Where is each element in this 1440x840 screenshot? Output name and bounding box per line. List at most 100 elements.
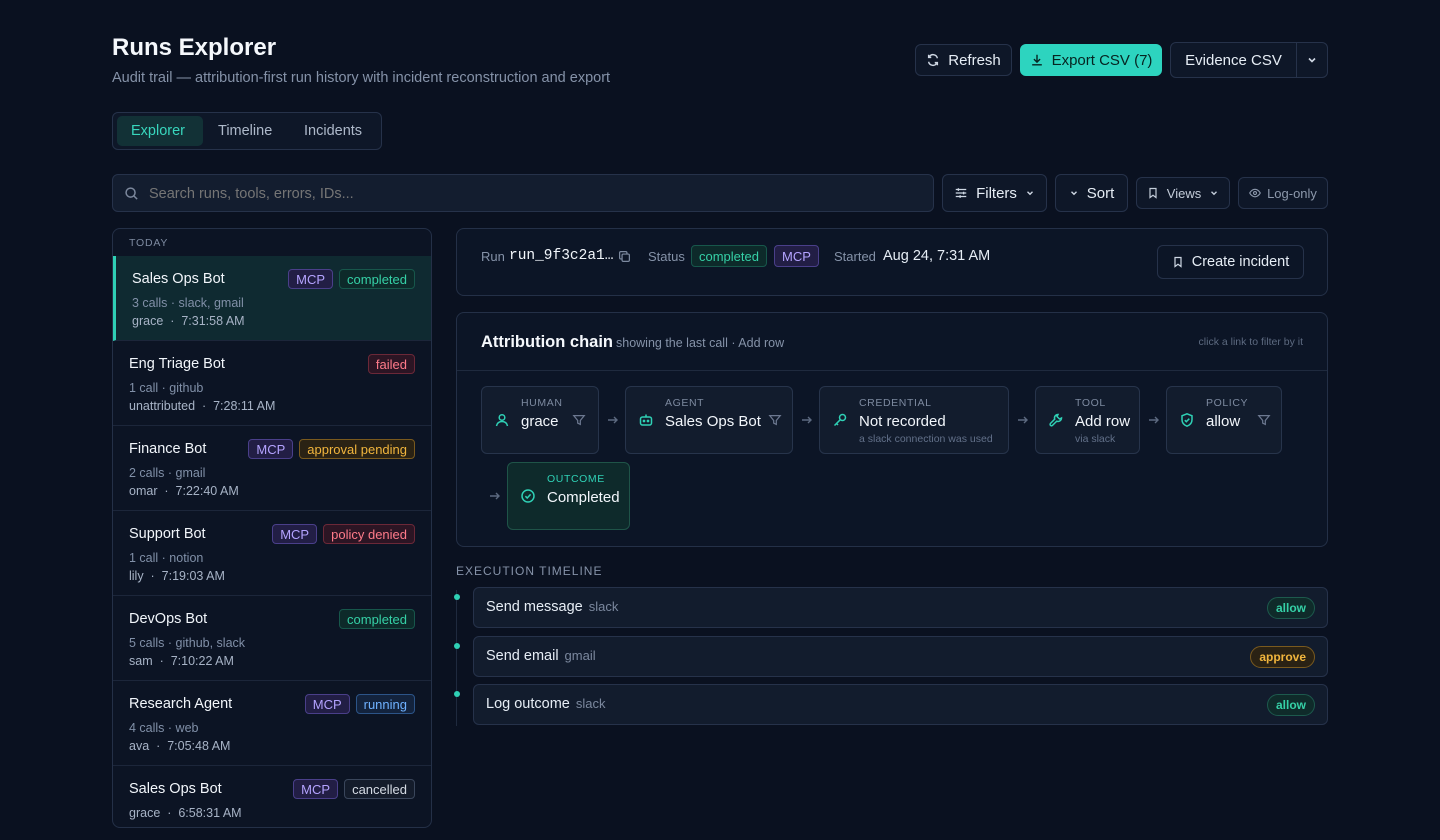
search-input[interactable] — [149, 184, 909, 204]
run-name: Research Agent — [129, 696, 233, 712]
bot-icon — [639, 414, 653, 426]
tab-explorer-label: Explorer — [131, 123, 185, 139]
create-incident-button[interactable]: Create incident — [1157, 245, 1304, 279]
chain-node-tool[interactable]: TOOL Add row via slack — [1035, 386, 1140, 454]
run-item[interactable]: Support Bot 1 call · notion lily · 7:19:… — [113, 511, 431, 596]
run-item[interactable]: Sales Ops Bot 3 calls · slack, gmail gra… — [113, 256, 431, 341]
run-name: Sales Ops Bot — [132, 271, 225, 287]
run-meta: 3 calls · slack, gmail — [132, 296, 244, 310]
download-icon — [1031, 54, 1042, 66]
run-owner: sam · 7:10:22 AM — [129, 654, 234, 668]
decision-badge: allow — [1266, 694, 1315, 716]
check-circle-icon — [521, 489, 535, 503]
log-only-toggle[interactable]: Log-only — [1238, 177, 1328, 209]
filters-button[interactable]: Filters — [942, 174, 1047, 212]
status-badge: policy denied — [323, 524, 415, 544]
runs-list: TODAY Sales Ops Bot 3 calls · slack, gma… — [112, 228, 432, 828]
run-id: run_9f3c2a1… — [509, 248, 614, 264]
node-value: grace — [521, 413, 559, 430]
mcp-badge: MCP — [248, 439, 294, 459]
timeline-dot — [454, 643, 460, 649]
chain-node-human[interactable]: HUMAN grace — [481, 386, 599, 454]
status-badge: completed — [691, 245, 767, 267]
export-csv-label: Export CSV (7) — [1051, 51, 1153, 69]
chain-subtitle: showing the last call · Add row — [616, 336, 785, 350]
arrow-right-icon — [490, 492, 500, 500]
decision-badge: approve — [1250, 646, 1315, 668]
node-label: OUTCOME — [547, 473, 605, 485]
tab-timeline[interactable]: Timeline — [218, 123, 272, 139]
chevron-down-icon — [1211, 191, 1218, 196]
run-item[interactable]: Finance Bot 2 calls · gmail omar · 7:22:… — [113, 426, 431, 511]
views-button[interactable]: Views — [1136, 177, 1230, 209]
export-csv-button[interactable]: Export CSV (7) — [1020, 44, 1162, 76]
user-icon — [495, 413, 509, 427]
status-label: Status — [648, 249, 685, 264]
mcp-badge: MCP — [774, 245, 819, 267]
run-owner: omar · 7:22:40 AM — [129, 484, 239, 498]
refresh-button[interactable]: Refresh — [915, 44, 1012, 76]
chain-title: Attribution chain — [481, 333, 613, 351]
chain-node-outcome[interactable]: OUTCOME Completed — [507, 462, 630, 530]
timeline-rail — [456, 590, 457, 726]
attribution-chain-card: Attribution chain showing the last call … — [456, 312, 1328, 547]
view-tabs: Explorer Timeline Incidents — [112, 112, 382, 150]
arrow-right-icon — [1018, 416, 1028, 424]
filter-icon[interactable] — [572, 413, 586, 427]
chevron-down-icon — [1026, 191, 1033, 196]
run-item[interactable]: Sales Ops Bot grace · 6:58:31 AM MCP can… — [113, 766, 431, 827]
sort-button[interactable]: Sort — [1055, 174, 1128, 212]
filter-icon[interactable] — [768, 413, 782, 427]
node-label: AGENT — [665, 397, 705, 409]
evidence-dropdown-button[interactable] — [1296, 42, 1328, 78]
run-item[interactable]: Research Agent 4 calls · web ava · 7:05:… — [113, 681, 431, 766]
status-badge: approval pending — [299, 439, 415, 459]
node-value: Not recorded — [859, 413, 946, 430]
run-name: Sales Ops Bot — [129, 781, 222, 797]
sort-label: Sort — [1086, 184, 1115, 202]
tab-incidents[interactable]: Incidents — [304, 123, 362, 139]
timeline-row-title: Send message slack — [486, 599, 619, 615]
run-owner: lily · 7:19:03 AM — [129, 569, 225, 583]
evidence-csv-button[interactable]: Evidence CSV — [1170, 42, 1297, 78]
section-label-today: TODAY — [129, 237, 169, 249]
node-value: Sales Ops Bot — [665, 413, 761, 430]
search-box[interactable] — [112, 174, 934, 212]
status-badge: completed — [339, 269, 415, 289]
mcp-badge: MCP — [272, 524, 318, 544]
timeline-row-title: Send email gmail — [486, 648, 596, 664]
bookmark-icon — [1149, 187, 1157, 199]
node-label: HUMAN — [521, 397, 563, 409]
node-label: CREDENTIAL — [859, 397, 932, 409]
run-label: Run — [481, 249, 505, 264]
timeline-row[interactable]: Log outcome slack allow — [473, 684, 1328, 725]
run-item[interactable]: DevOps Bot 5 calls · github, slack sam ·… — [113, 596, 431, 681]
timeline-dot — [454, 594, 460, 600]
started-label: Started — [834, 249, 876, 264]
search-icon — [125, 187, 138, 200]
key-icon — [833, 413, 847, 427]
node-label: TOOL — [1075, 397, 1106, 409]
node-label: POLICY — [1206, 397, 1249, 409]
copy-icon[interactable] — [618, 250, 631, 263]
create-incident-label: Create incident — [1191, 254, 1290, 270]
log-only-label: Log-only — [1267, 185, 1317, 201]
chain-node-agent[interactable]: AGENT Sales Ops Bot — [625, 386, 793, 454]
run-owner: ava · 7:05:48 AM — [129, 739, 231, 753]
status-badge: completed — [339, 609, 415, 629]
filter-icon[interactable] — [1257, 413, 1271, 427]
node-sub: via slack — [1075, 433, 1116, 445]
run-name: Eng Triage Bot — [129, 356, 225, 372]
refresh-icon — [928, 54, 939, 66]
timeline-row[interactable]: Send email gmail approve — [473, 636, 1328, 677]
run-meta: 4 calls · web — [129, 721, 199, 735]
run-meta: 1 call · notion — [129, 551, 204, 565]
chain-node-policy[interactable]: POLICY allow — [1166, 386, 1282, 454]
chain-node-credential[interactable]: CREDENTIAL Not recorded a slack connecti… — [819, 386, 1009, 454]
filters-label: Filters — [976, 184, 1017, 202]
run-item[interactable]: Eng Triage Bot 1 call · github unattribu… — [113, 341, 431, 426]
timeline-row[interactable]: Send message slack allow — [473, 587, 1328, 628]
run-meta: 2 calls · gmail — [129, 466, 206, 480]
evidence-csv-label: Evidence CSV — [1185, 51, 1282, 69]
timeline-row-title: Log outcome slack — [486, 696, 606, 712]
